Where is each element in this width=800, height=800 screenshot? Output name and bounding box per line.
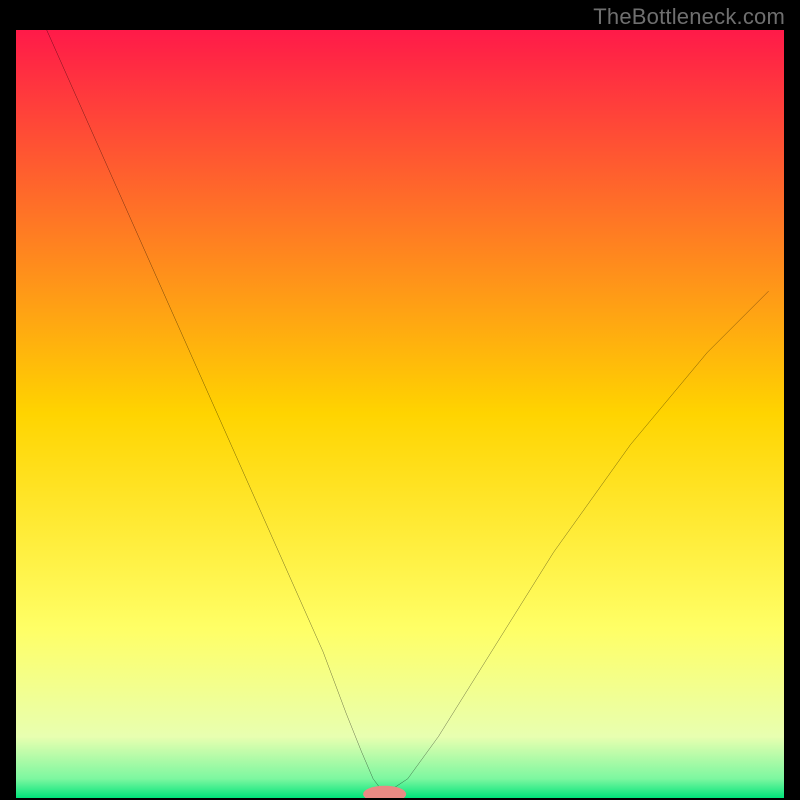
- bottleneck-chart: [16, 30, 784, 798]
- chart-background: [16, 30, 784, 798]
- chart-frame: [15, 29, 785, 799]
- watermark-text: TheBottleneck.com: [593, 4, 785, 30]
